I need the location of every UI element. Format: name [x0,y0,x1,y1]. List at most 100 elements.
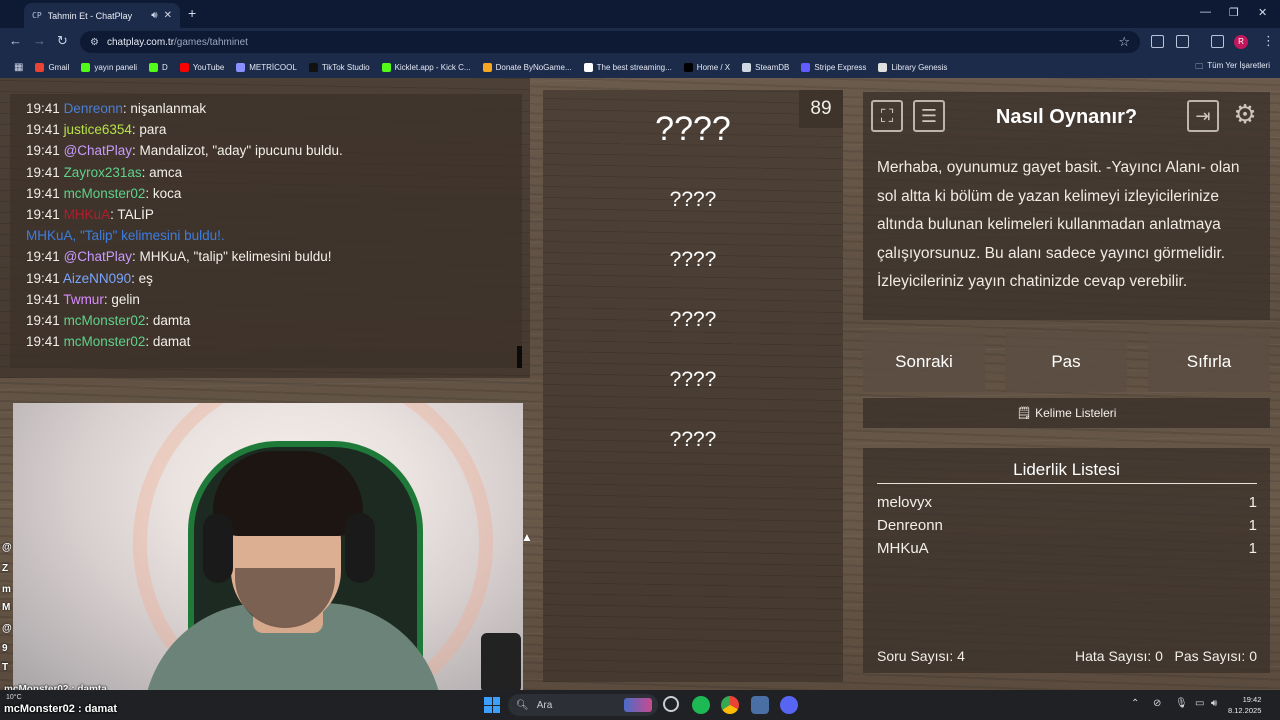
reload-icon[interactable]: ↻ [57,34,68,48]
spotify-icon[interactable] [692,696,710,714]
chat-message: 19:41 Zayrox231as: amca [26,162,522,183]
settings-gear-icon[interactable]: ⚙ [1229,100,1261,132]
menu-icon[interactable]: ⋮ [1262,34,1275,48]
speaker-icon[interactable]: 🔊︎ [151,10,157,21]
reset-button[interactable]: Sıfırla [1148,332,1270,392]
extensions-icon[interactable] [1176,35,1189,48]
folder-icon: 🗀 [1195,62,1204,71]
chat-text: : eş [131,270,153,286]
bookmark-item[interactable]: Donate ByNoGame... [477,62,578,72]
overlay-fragment: m [2,584,11,595]
chat-username[interactable]: mcMonster02 [64,186,146,201]
bookmark-item[interactable]: D [143,62,174,72]
bookmark-label: Stripe Express [814,62,867,72]
all-bookmarks[interactable]: 🗀 Tüm Yer İşaretleri [1195,61,1270,75]
next-button[interactable]: Sonraki [863,332,985,392]
bookmark-item[interactable]: METRİCOOL [230,62,303,72]
bookmark-favicon-icon [236,62,246,72]
chat-text: : gelin [103,291,140,307]
bookmark-item[interactable]: YouTube [174,62,230,72]
pass-button[interactable]: Pas [1005,332,1127,392]
clock-date: 8.12.2025 [1228,706,1262,715]
bookmark-star-icon[interactable]: ☆ [1118,34,1130,50]
network-icon[interactable]: ⊘ [1153,698,1161,709]
bookmark-favicon-icon [179,62,189,72]
bookmark-item[interactable]: TikTok Studio [303,62,376,72]
bookmark-favicon-icon [381,62,391,72]
weather-widget[interactable]: 10°C [6,694,22,701]
chat-username[interactable]: Denreonn [64,101,123,116]
close-tab-icon[interactable]: ✕ [164,10,172,21]
chat-time: 19:41 [26,143,60,159]
chat-username[interactable]: mcMonster02 [64,334,146,349]
windows-start-icon[interactable] [484,697,500,713]
forward-icon[interactable]: → [33,34,46,48]
bookmark-item[interactable]: SteamDB [736,62,795,72]
leaderboard-title: Liderlik Listesi [1013,460,1120,479]
forbidden-word: ???? [669,368,717,391]
site-info-icon[interactable]: ⚙ [90,37,99,48]
pass-count: Pas Sayısı: 0 [1174,648,1257,664]
bookmark-favicon-icon [878,62,888,72]
chat-text: : nişanlanmak [122,101,207,116]
discord-icon[interactable] [780,696,798,714]
main-word: ???? [655,110,731,148]
overlay-fragment: M [2,602,11,613]
chat-time: 19:41 [26,101,60,116]
profile-avatar[interactable]: R [1234,35,1248,49]
app-icon[interactable] [751,696,769,714]
bookmark-favicon-icon [81,62,91,72]
taskbar-search[interactable]: 🔍︎ Ara [508,694,658,716]
url-field[interactable]: ⚙ chatplay.com.tr/games/tahminet ☆ [80,31,1140,53]
apps-icon[interactable]: ▦ [8,62,29,73]
chat-text: : TALİP [110,207,154,223]
chat-time: 19:41 [26,207,60,223]
back-icon[interactable]: ← [9,34,22,48]
chat-username[interactable]: MHKuA [64,207,111,222]
chat-message: 19:41 @ChatPlay: MHKuA, "talip" kelimesi… [26,246,522,267]
bookmark-item[interactable]: Kicklet.app - Kick C... [376,62,477,72]
bookmark-item[interactable]: yayın paneli [75,62,143,72]
chat-scrollbar[interactable] [517,346,522,368]
bookmark-label: YouTube [192,62,225,72]
word-lists-button[interactable]: 🗒 Kelime Listeleri [863,398,1270,428]
chat-username[interactable]: AizeNN090 [63,271,131,286]
volume-icon[interactable]: 🔊︎ [1211,698,1217,709]
chrome-icon[interactable] [721,696,739,714]
chat-username[interactable]: @ChatPlay [64,143,132,158]
bookmark-item[interactable]: Stripe Express [795,62,872,72]
leaderboard-row: melovyx 1 [877,494,1257,511]
bookmark-item[interactable]: Home / X [678,62,736,72]
chat-username[interactable]: mcMonster02 [64,313,146,328]
bookmark-item[interactable]: Gmail [29,62,75,72]
notepad-icon: 🗒 [1016,406,1032,420]
chat-username[interactable]: Zayrox231as [64,165,142,180]
close-window-icon[interactable]: ✕ [1258,6,1267,19]
tray-chevron-icon[interactable]: ⌃ [1131,698,1139,709]
chat-username[interactable]: MHKuA, "Talip" kelimesini buldu!. [26,228,225,243]
divider [877,483,1257,484]
bookmark-label: Donate ByNoGame... [495,62,572,72]
obs-icon[interactable] [663,696,679,712]
tab-favicon-icon: CP [32,11,42,20]
logout-icon[interactable]: ⇥ [1187,100,1219,132]
bookmark-label: Home / X [696,62,731,72]
chat-username[interactable]: @ChatPlay [64,249,132,264]
search-highlight-image [624,698,652,712]
tab-tahmin-et[interactable]: CP Tahmin Et - ChatPlay 🔊︎ ✕ [24,3,180,28]
bookmark-item[interactable]: The best streaming... [578,62,678,72]
chat-text: : amca [141,164,183,180]
clock[interactable]: 19:42 8.12.2025 [1228,694,1261,716]
new-tab-icon[interactable]: + [188,6,196,20]
restore-icon[interactable]: ❐ [1229,6,1239,19]
translate-icon[interactable] [1151,35,1164,48]
chat-username[interactable]: justice6354 [64,122,132,137]
minimize-icon[interactable]: — [1200,6,1211,18]
tab-search-icon[interactable] [1211,35,1224,48]
microphone-icon[interactable]: 🎙︎ [1175,698,1188,709]
forbidden-word: ???? [669,188,717,211]
chat-username[interactable]: Twmur [63,292,104,307]
display-icon[interactable]: ▭ [1195,698,1204,709]
bookmark-item[interactable]: Library Genesis [872,62,953,72]
chat-text: : damta [145,313,191,329]
